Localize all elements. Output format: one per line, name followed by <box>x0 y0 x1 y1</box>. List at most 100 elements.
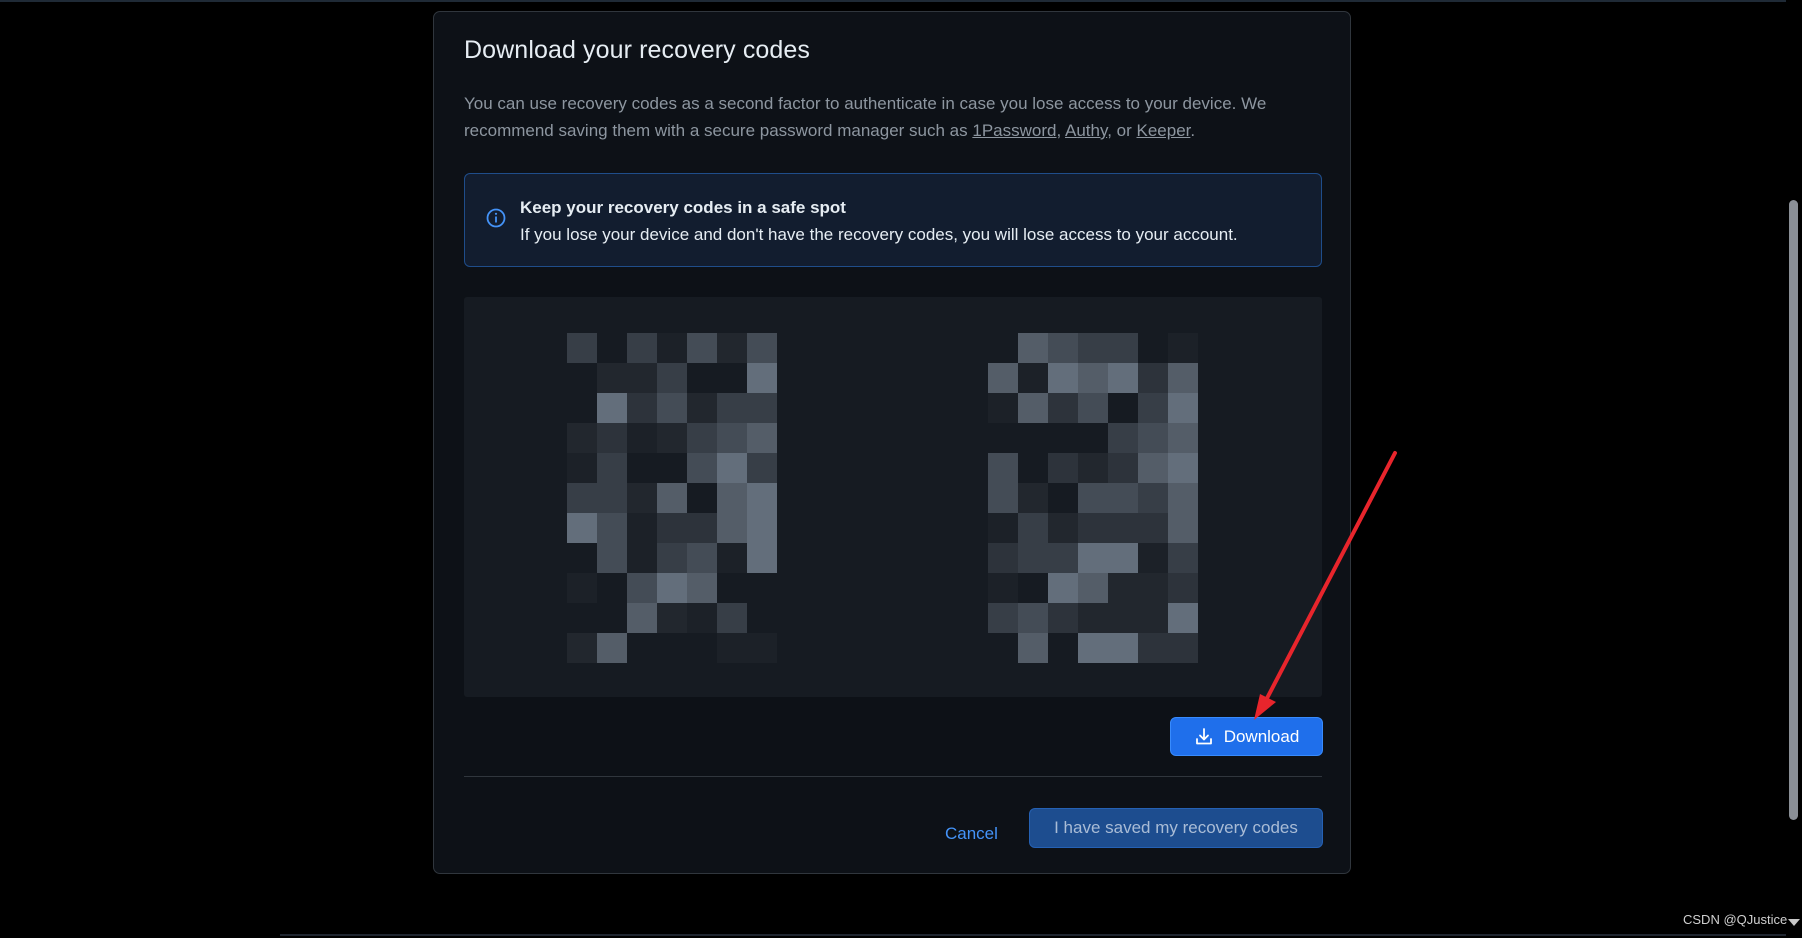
code-pixel <box>567 333 597 363</box>
notice-body: If you lose your device and don't have t… <box>520 225 1238 244</box>
download-button-label: Download <box>1223 726 1300 746</box>
code-pixel <box>988 363 1018 393</box>
code-pixel <box>747 513 777 543</box>
code-pixel <box>567 633 597 663</box>
code-pixel <box>1108 573 1138 603</box>
code-pixel <box>1018 603 1048 633</box>
code-pixel <box>1168 453 1198 483</box>
code-pixel <box>988 393 1018 423</box>
footer-divider <box>464 776 1322 777</box>
code-pixel <box>1048 513 1078 543</box>
code-pixel <box>627 513 657 543</box>
code-pixel <box>627 423 657 453</box>
code-pixel <box>1138 393 1168 423</box>
dialog-description: You can use recovery codes as a second f… <box>464 90 1324 144</box>
link-1password[interactable]: 1Password <box>972 121 1056 140</box>
code-pixel <box>1078 633 1108 663</box>
code-pixel <box>1048 453 1078 483</box>
code-pixel <box>988 603 1018 633</box>
code-pixel <box>567 513 597 543</box>
code-pixel <box>1168 633 1198 663</box>
code-pixel <box>1018 543 1048 573</box>
code-pixel <box>1108 483 1138 513</box>
code-pixel <box>657 543 687 573</box>
code-pixel <box>1138 513 1168 543</box>
code-pixel <box>687 453 717 483</box>
code-pixel <box>1138 603 1168 633</box>
saved-codes-button[interactable]: I have saved my recovery codes <box>1029 808 1323 848</box>
code-pixel <box>1168 363 1198 393</box>
code-pixel <box>1138 573 1168 603</box>
code-pixel <box>1138 363 1168 393</box>
code-pixel <box>747 363 777 393</box>
link-keeper[interactable]: Keeper <box>1137 121 1191 140</box>
code-pixel <box>1138 453 1168 483</box>
code-pixel <box>1108 603 1138 633</box>
safe-spot-notice: Keep your recovery codes in a safe spot … <box>464 173 1322 267</box>
code-pixel <box>747 543 777 573</box>
description-separator: , or <box>1107 121 1137 140</box>
code-pixel <box>657 573 687 603</box>
code-pixel <box>627 603 657 633</box>
code-pixel <box>1168 543 1198 573</box>
code-pixel <box>1078 603 1108 633</box>
code-pixel <box>657 603 687 633</box>
code-pixel <box>1078 393 1108 423</box>
code-pixel <box>1048 393 1078 423</box>
code-pixel <box>687 423 717 453</box>
code-pixel <box>1168 513 1198 543</box>
recovery-codes-dialog: Download your recovery codes You can use… <box>433 11 1351 874</box>
code-pixel <box>1078 543 1108 573</box>
code-pixel <box>1018 393 1048 423</box>
code-pixel <box>1168 483 1198 513</box>
scrollbar-thumb[interactable] <box>1789 200 1798 820</box>
code-pixel <box>1138 633 1168 663</box>
code-pixel <box>717 453 747 483</box>
obscured-recovery-codes <box>567 333 1198 663</box>
code-pixel <box>1138 543 1168 573</box>
code-pixel <box>1048 363 1078 393</box>
code-pixel <box>657 393 687 423</box>
code-pixel <box>687 573 717 603</box>
code-pixel <box>1018 363 1048 393</box>
code-pixel <box>1078 513 1108 543</box>
code-pixel <box>597 393 627 423</box>
code-pixel <box>1108 423 1138 453</box>
code-pixel <box>567 573 597 603</box>
code-pixel <box>1018 633 1048 663</box>
notice-title: Keep your recovery codes in a safe spot <box>520 198 846 217</box>
code-pixel <box>747 423 777 453</box>
code-pixel <box>597 483 627 513</box>
code-pixel <box>627 393 657 423</box>
cancel-button[interactable]: Cancel <box>945 824 998 844</box>
code-pixel <box>567 483 597 513</box>
code-pixel <box>597 423 627 453</box>
page-bottom-edge <box>280 934 1790 936</box>
code-pixel <box>1108 453 1138 483</box>
code-pixel <box>567 423 597 453</box>
code-pixel <box>1078 333 1108 363</box>
code-pixel <box>597 633 627 663</box>
code-pixel <box>1018 483 1048 513</box>
code-pixel <box>1078 483 1108 513</box>
code-pixel <box>627 363 657 393</box>
code-pixel <box>627 333 657 363</box>
code-pixel <box>657 363 687 393</box>
code-pixel <box>1048 333 1078 363</box>
code-pixel <box>747 393 777 423</box>
code-pixel <box>988 573 1018 603</box>
screen: Download your recovery codes You can use… <box>0 0 1802 938</box>
link-authy[interactable]: Authy <box>1065 121 1107 140</box>
download-button[interactable]: Download <box>1170 717 1323 756</box>
code-pixel <box>1108 633 1138 663</box>
code-pixel <box>747 483 777 513</box>
scroll-down-icon[interactable] <box>1788 919 1800 926</box>
code-pixel <box>717 483 747 513</box>
code-pixel <box>567 453 597 483</box>
code-pixel <box>597 513 627 543</box>
description-separator: , <box>1056 121 1065 140</box>
code-pixel <box>597 363 627 393</box>
window-top-edge <box>0 0 1802 2</box>
code-pixel <box>988 483 1018 513</box>
code-pixel <box>717 543 747 573</box>
